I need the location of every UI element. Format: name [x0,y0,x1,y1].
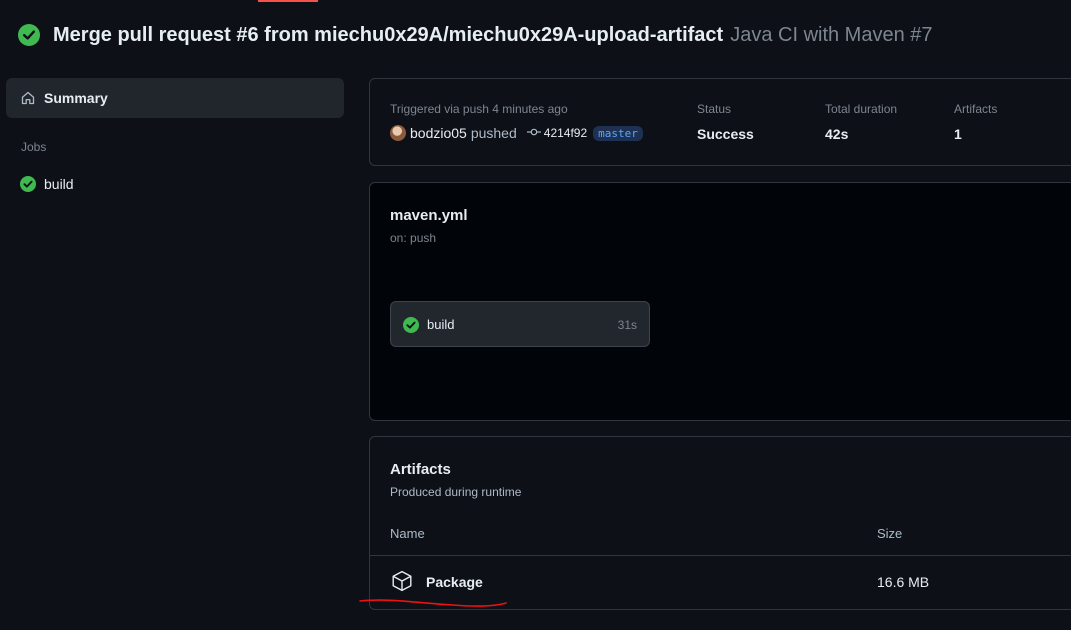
run-summary-panel: Triggered via push 4 minutes ago bodzio0… [369,78,1071,166]
home-icon [20,90,36,106]
artifacts-stat: Artifacts 1 [954,102,997,142]
duration-label: Total duration [825,102,898,116]
top-accent-bar [258,0,318,2]
column-header-size: Size [877,526,903,541]
duration-value: 42s [825,126,849,142]
git-commit-icon [526,126,541,140]
column-header-name: Name [390,526,425,541]
check-circle-icon [403,317,419,333]
workflow-file-name: maven.yml [390,207,468,224]
artifacts-subtitle: Produced during runtime [390,485,522,499]
duration-stat: Total duration 42s [825,102,897,142]
status-stat: Status Success [697,102,754,142]
sidebar-item-build[interactable]: build [20,176,74,192]
job-card-build[interactable]: build 31s [390,301,650,347]
artifacts-count-value[interactable]: 1 [954,126,997,142]
commit-sha: 4214f92 [543,126,588,140]
status-value: Success [697,126,754,142]
actor-action: pushed [470,125,517,141]
sidebar-item-label: build [44,176,74,192]
trigger-text: Triggered via push 4 minutes ago [390,102,568,116]
avatar[interactable] [390,125,406,141]
workflow-graph-panel: maven.yml on: push build 31s [369,182,1071,421]
workflow-trigger: on: push [390,231,437,245]
actor-line: bodzio05 pushed 4214f92 master [390,125,643,141]
sidebar-item-label: Summary [44,90,108,106]
check-circle-icon [20,176,36,192]
job-duration: 31s [617,318,637,332]
artifact-size: 16.6 MB [877,574,930,590]
workflow-run-label[interactable]: Java CI with Maven #7 [730,24,932,47]
actor-name[interactable]: bodzio05 [410,125,467,141]
artifacts-panel: Artifacts Produced during runtime Name S… [369,436,1071,610]
sidebar-item-summary[interactable]: Summary [6,78,344,118]
package-icon [390,569,414,593]
status-label: Status [697,102,732,116]
artifacts-title: Artifacts [390,461,451,478]
commit-link[interactable]: 4214f92 [526,126,588,140]
red-annotation-underline [359,599,507,607]
artifact-name-link[interactable]: Package [426,574,483,590]
table-divider [370,555,1071,556]
run-header: Merge pull request #6 from miechu0x29A/m… [18,20,933,50]
run-title: Merge pull request #6 from miechu0x29A/m… [53,23,724,46]
check-circle-icon [18,24,40,46]
branch-badge[interactable]: master [593,125,643,141]
job-name: build [427,317,455,332]
jobs-heading: Jobs [21,140,47,154]
artifacts-count-label: Artifacts [954,102,998,116]
